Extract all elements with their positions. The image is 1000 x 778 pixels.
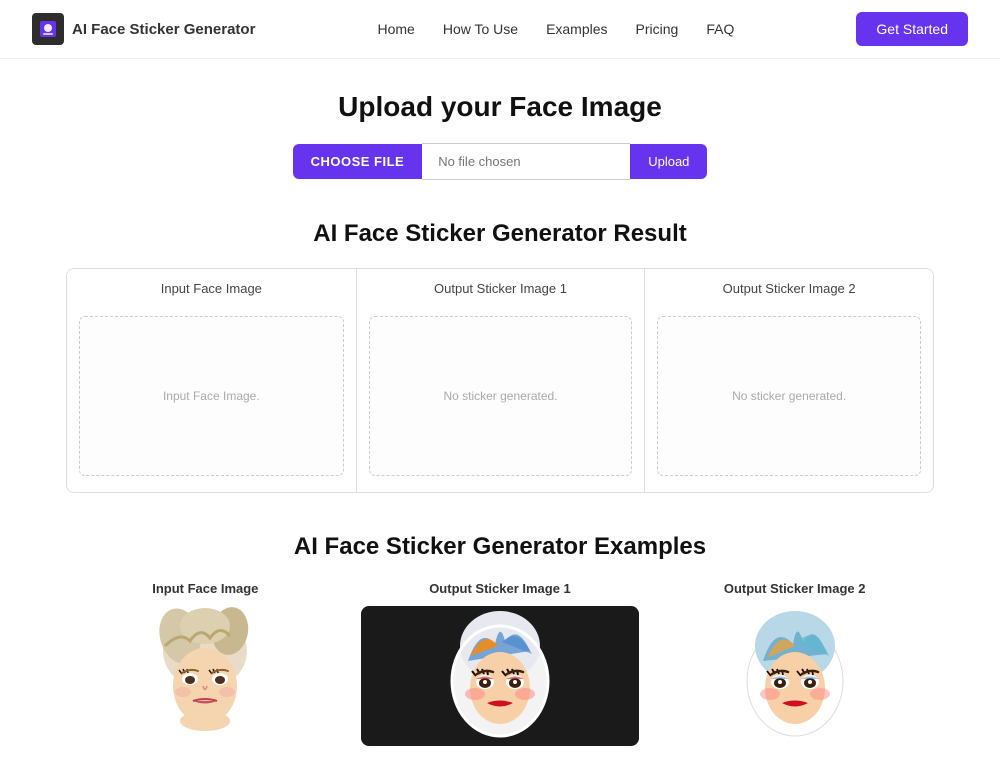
result-column-input: Input Face Image Input Face Image. [67,269,356,492]
main-nav: Home How To Use Examples Pricing FAQ [377,21,734,37]
examples-title: AI Face Sticker Generator Examples [66,533,934,561]
logo-text: AI Face Sticker Generator [72,21,255,38]
result-column-output1: Output Sticker Image 1 No sticker genera… [356,269,645,492]
example-cartoon-input [135,606,275,746]
examples-grid: Input Face Image [66,581,934,746]
example-sticker1 [430,606,570,746]
result-column-header-output1: Output Sticker Image 1 [357,269,645,308]
example-image-output1 [361,606,640,746]
result-image-input: Input Face Image. [79,316,344,476]
example-column-input: Input Face Image [66,581,345,746]
result-title: AI Face Sticker Generator Result [66,220,934,248]
result-placeholder-output1: No sticker generated. [443,389,557,403]
example-image-input [66,606,345,746]
choose-file-button[interactable]: CHOOSE FILE [293,144,423,179]
example-column-output1: Output Sticker Image 1 [361,581,640,746]
upload-controls: CHOOSE FILE Upload [66,143,934,180]
nav-faq[interactable]: FAQ [706,21,734,37]
nav-pricing[interactable]: Pricing [636,21,679,37]
example-header-output2: Output Sticker Image 2 [724,581,866,596]
result-grid: Input Face Image Input Face Image. Outpu… [66,268,934,493]
nav-home[interactable]: Home [377,21,414,37]
upload-button[interactable]: Upload [630,144,707,179]
logo-area: AI Face Sticker Generator [32,13,255,45]
example-image-output2 [655,606,934,746]
get-started-button[interactable]: Get Started [856,12,968,46]
result-column-output2: Output Sticker Image 2 No sticker genera… [644,269,933,492]
result-image-output2: No sticker generated. [657,316,921,476]
example-header-output1: Output Sticker Image 1 [429,581,571,596]
result-placeholder-input: Input Face Image. [163,389,260,403]
result-section: AI Face Sticker Generator Result Input F… [66,220,934,493]
examples-section: AI Face Sticker Generator Examples Input… [66,533,934,746]
result-column-header-output2: Output Sticker Image 2 [645,269,933,308]
upload-title: Upload your Face Image [66,91,934,123]
logo-icon [32,13,64,45]
nav-examples[interactable]: Examples [546,21,607,37]
nav-how-to-use[interactable]: How To Use [443,21,518,37]
result-image-output1: No sticker generated. [369,316,633,476]
result-column-header-input: Input Face Image [67,269,356,308]
example-sticker2 [725,606,865,746]
example-column-output2: Output Sticker Image 2 [655,581,934,746]
upload-section: Upload your Face Image CHOOSE FILE Uploa… [66,91,934,180]
result-placeholder-output2: No sticker generated. [732,389,846,403]
example-header-input: Input Face Image [152,581,258,596]
file-name-display [422,143,630,180]
